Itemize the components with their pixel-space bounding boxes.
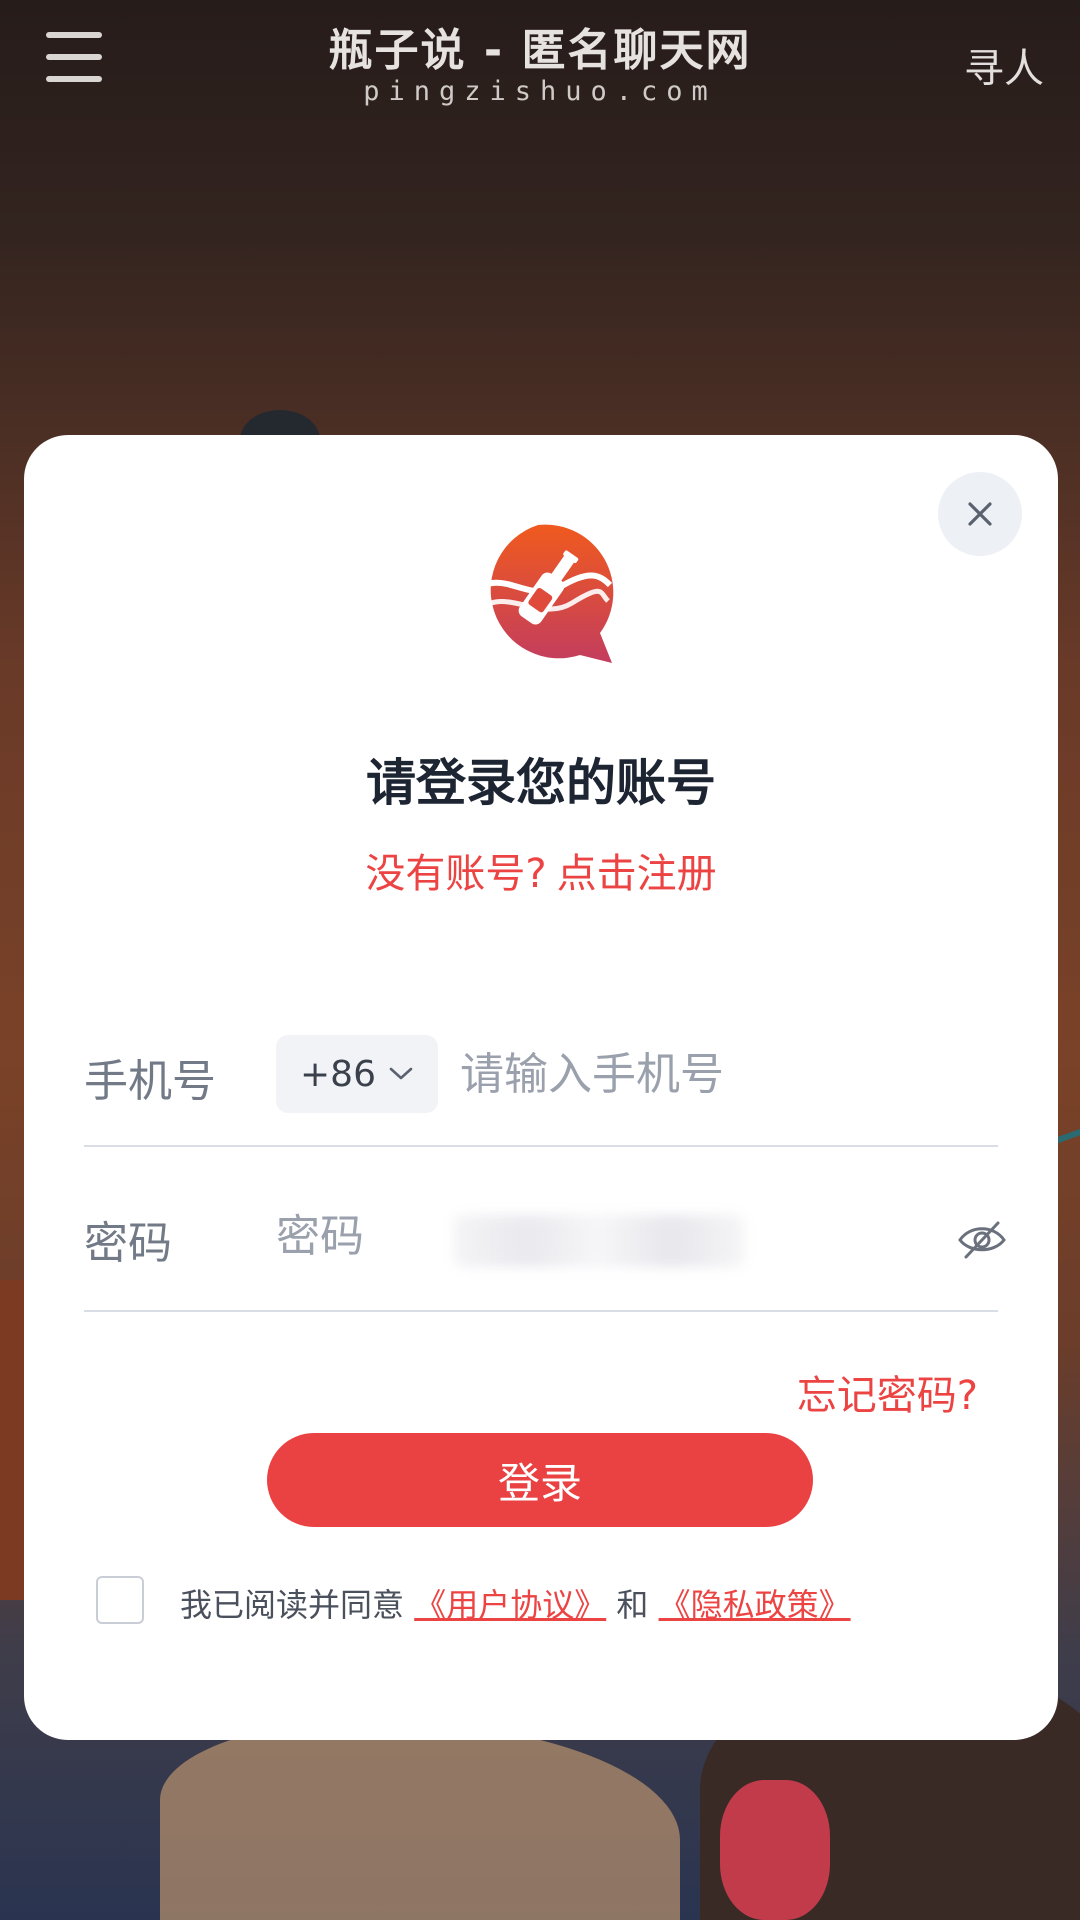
- register-question: 没有账号?: [365, 851, 547, 897]
- user-agreement-link[interactable]: 《用户协议》: [414, 1586, 606, 1624]
- agreement-and: 和: [616, 1586, 649, 1624]
- phone-input[interactable]: [460, 1039, 980, 1109]
- password-row: 密码: [84, 1185, 1006, 1312]
- register-prompt: 没有账号? 点击注册: [24, 841, 1058, 899]
- country-code-value: +86: [300, 1053, 376, 1095]
- agreement-row: 我已阅读并同意 《用户协议》 和 《隐私政策》: [96, 1572, 996, 1632]
- background-shape: [720, 1780, 830, 1920]
- password-autofill-overlay: [454, 1215, 744, 1267]
- agreement-prefix: 我已阅读并同意: [180, 1586, 405, 1624]
- bottle-chat-logo: [471, 524, 614, 663]
- login-title: 请登录您的账号: [366, 754, 716, 812]
- agreement-checkbox[interactable]: [96, 1576, 144, 1624]
- close-button[interactable]: [938, 472, 1022, 556]
- top-header: 瓶子说 - 匿名聊天网 pingzishuo.com 寻人: [0, 0, 1080, 120]
- phone-row: 手机号 +86: [84, 995, 998, 1147]
- country-code-select[interactable]: +86: [276, 1035, 438, 1113]
- find-people-link[interactable]: 寻人: [964, 36, 1044, 94]
- privacy-policy-link[interactable]: 《隐私政策》: [659, 1586, 851, 1624]
- register-link[interactable]: 点击注册: [557, 851, 717, 897]
- site-domain: pingzishuo.com: [363, 76, 717, 107]
- chevron-down-icon: [389, 1067, 413, 1080]
- agreement-text: 我已阅读并同意 《用户协议》 和 《隐私政策》: [180, 1580, 851, 1626]
- password-label: 密码: [84, 1218, 172, 1269]
- site-title: 瓶子说 - 匿名聊天网: [328, 25, 752, 76]
- close-icon: [968, 502, 992, 526]
- login-button[interactable]: 登录: [267, 1433, 813, 1527]
- forgot-password-link[interactable]: 忘记密码?: [797, 1363, 978, 1421]
- phone-label: 手机号: [84, 1056, 216, 1107]
- login-modal: 请登录您的账号 没有账号?点击注册 手机号 +86 密码 忘记密码? 登录 我已…: [24, 435, 1058, 1740]
- eye-off-icon[interactable]: [956, 1213, 1008, 1265]
